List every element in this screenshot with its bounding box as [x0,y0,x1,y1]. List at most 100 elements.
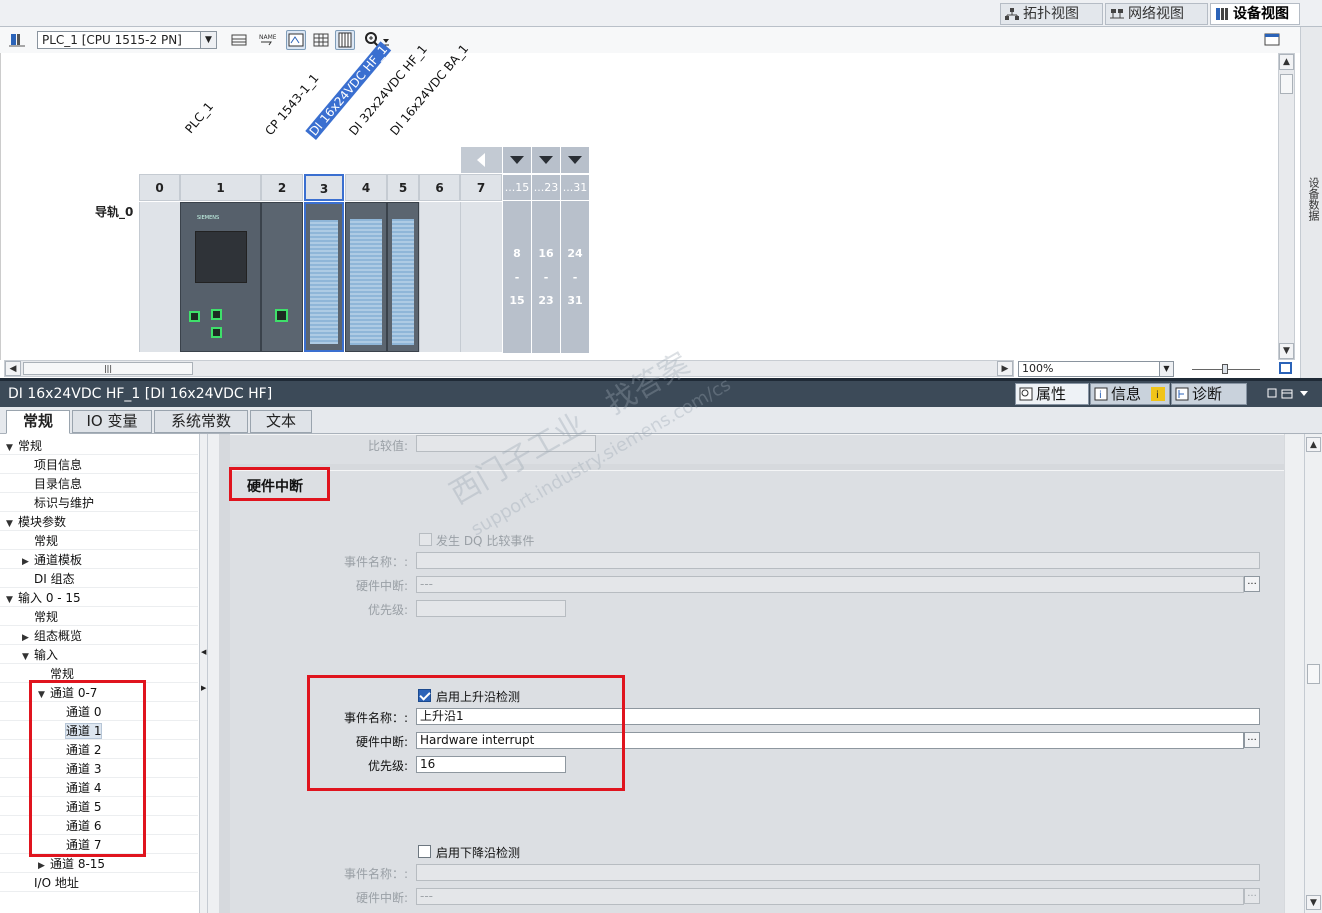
scroll-up-icon[interactable]: ▲ [1306,437,1321,452]
falling-event-name-field[interactable] [416,864,1260,881]
tree-item[interactable]: 标识与维护 [0,494,198,512]
empty-slot-6[interactable] [419,202,460,352]
tree-item[interactable]: ▼ 常规 [0,437,198,455]
tree-item[interactable]: ▶ 通道模板 [0,551,198,569]
rack-horizontal-scrollbar[interactable]: ◀ ||| ▶ [4,360,1014,377]
tab-network-view[interactable]: 网络视图 [1105,3,1208,25]
expand-column-button[interactable] [503,147,531,173]
chevron-down-icon[interactable]: ▼ [200,32,216,48]
scroll-down-icon[interactable]: ▼ [1306,895,1321,910]
rail-label: 导轨_0 [95,205,134,219]
falling-hw-interrupt-browse-button[interactable]: ... [1244,888,1260,904]
highlight-rising-edge [307,675,625,791]
scroll-thumb[interactable]: ||| [23,362,193,375]
dq-priority-field[interactable] [416,600,566,617]
tree-item-label: 通道 8-15 [50,857,106,871]
subtab-system-constants[interactable]: 系统常数 [154,410,248,433]
scroll-up-icon[interactable]: ▲ [1279,54,1294,70]
scroll-thumb[interactable] [1307,664,1320,684]
tree-item[interactable]: 项目信息 [0,456,198,474]
tree-item[interactable]: ▼ 模块参数 [0,513,198,531]
falling-hw-interrupt-field[interactable]: --- [416,888,1244,905]
grid-button[interactable] [311,30,331,50]
expand-down-icon[interactable]: ▼ [22,648,34,666]
property-vertical-scrollbar[interactable]: ▲ ▼ [1304,434,1322,913]
expand-right-icon[interactable]: ▶ [201,684,206,692]
tree-splitter[interactable]: ◀ ▶ [200,434,208,913]
tab-diagnostics[interactable]: 诊断 [1171,383,1247,405]
tab-info[interactable]: i 信息 i [1090,383,1170,405]
tree-item[interactable]: ▼ 输入 [0,646,198,664]
network-connect-button[interactable] [7,30,27,50]
dq-hw-interrupt-field[interactable]: --- [416,576,1244,593]
expand-right-icon[interactable]: ▶ [38,857,50,875]
tab-topology-view[interactable]: 拓扑视图 [1000,3,1103,25]
tab-properties-label: 属性 [1036,385,1067,403]
tab-topology-label: 拓扑视图 [1023,6,1079,22]
empty-slot-0[interactable] [139,202,180,352]
slot-header: 4 [345,174,387,201]
di16-ba-module[interactable] [387,202,419,352]
tree-item-label: 常规 [34,610,59,624]
module-view-button[interactable] [335,30,355,50]
tab-properties[interactable]: 属性 [1015,383,1089,405]
expand-down-icon[interactable]: ▼ [6,515,18,533]
expand-right-icon[interactable]: ▶ [22,553,34,571]
cp-module[interactable] [261,202,303,352]
subtab-io-tags[interactable]: IO 变量 [72,410,152,433]
rack-vertical-scrollbar[interactable]: ▲ ▼ [1278,53,1295,360]
tree-item[interactable]: DI 组态 [0,570,198,588]
dq-event-name-field[interactable] [416,552,1260,569]
expansion-column[interactable]: 16 - 23 [532,201,560,353]
scroll-left-icon[interactable]: ◀ [5,361,21,376]
collapse-left-icon[interactable]: ◀ [201,648,206,656]
chevron-down-icon[interactable]: ▼ [1159,362,1173,376]
empty-slot-7[interactable] [460,202,502,352]
tree-item[interactable]: ▶ 通道 8-15 [0,855,198,873]
device-data-side-tab[interactable]: 设备数据 [1300,27,1322,378]
show-labels-button[interactable] [286,30,306,50]
expand-column-button[interactable] [561,147,589,173]
tree-item[interactable]: ▼ 输入 0 - 15 [0,589,198,607]
tree-item[interactable]: 目录信息 [0,475,198,493]
overview-button[interactable] [229,30,249,50]
expand-down-icon[interactable]: ▼ [6,591,18,609]
device-select[interactable]: PLC_1 [CPU 1515-2 PN] ▼ [37,31,217,49]
subtab-general[interactable]: 常规 [6,410,70,434]
zoom-slider[interactable] [1192,364,1260,374]
scroll-right-icon[interactable]: ▶ [997,361,1013,376]
tree-item[interactable]: 常规 [0,608,198,626]
tab-device-view[interactable]: 设备视图 [1210,3,1300,25]
view-options-button[interactable] [1262,30,1282,50]
expansion-column[interactable]: 24 - 31 [561,201,589,353]
expansion-header: ...31 [561,175,589,200]
scroll-thumb[interactable] [1280,74,1293,94]
show-names-button[interactable]: NAME [257,30,277,50]
scroll-down-icon[interactable]: ▼ [1279,343,1294,359]
compare-value-label: 比较值: [367,439,408,453]
di16-hf-module-selected[interactable] [304,202,344,352]
expand-right-icon[interactable]: ▶ [22,629,34,647]
tree-item[interactable]: 常规 [0,532,198,550]
scroll-left-arrow[interactable] [461,147,502,173]
tree-item[interactable]: ▶ 组态概览 [0,627,198,645]
dq-compare-checkbox[interactable] [419,533,432,546]
tree-item-label: 项目信息 [34,458,83,472]
rising-hw-interrupt-browse-button[interactable]: ... [1244,732,1260,748]
cpu-module[interactable]: SIEMENS [180,202,261,352]
expand-down-icon[interactable]: ▼ [6,439,18,457]
di32-hf-module[interactable] [345,202,387,352]
expand-column-button[interactable] [532,147,560,173]
subtab-texts[interactable]: 文本 [250,410,312,433]
tree-item-label: 标识与维护 [34,496,95,510]
network-icon [1110,9,1124,19]
falling-edge-checkbox[interactable] [418,845,431,858]
cpu-display [195,231,247,283]
window-controls[interactable] [1266,387,1316,401]
fit-view-icon[interactable] [1278,361,1294,376]
range-from: 16 [538,247,554,260]
expansion-column[interactable]: 8 - 15 [503,201,531,353]
tree-item[interactable]: I/O 地址 [0,874,198,892]
dq-hw-interrupt-browse-button[interactable]: ... [1244,576,1260,592]
zoom-select[interactable]: 100% ▼ [1018,361,1174,377]
